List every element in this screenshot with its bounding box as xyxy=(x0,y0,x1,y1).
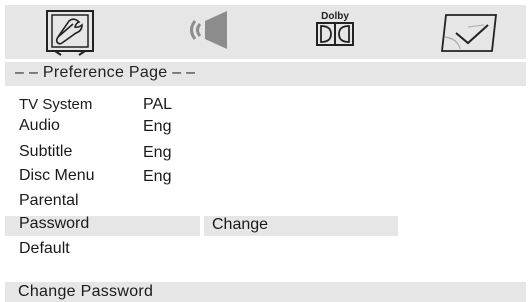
menu-item-tv-system[interactable]: TV System PAL xyxy=(5,94,526,117)
menu-item-value: PAL xyxy=(143,96,173,113)
status-text: Change Password xyxy=(18,283,154,300)
menu-item-parental[interactable]: Parental xyxy=(5,191,526,214)
status-bar: Change Password xyxy=(5,282,526,302)
menu-item-value: Eng xyxy=(143,118,172,135)
menu-item-subtitle[interactable]: Subtitle Eng xyxy=(5,142,526,165)
menu-item-password[interactable]: Password xyxy=(5,214,526,237)
menu-item-label: Subtitle xyxy=(19,143,73,160)
menu-item-label: Password xyxy=(19,215,90,232)
setup-tab-bar: Dolby xyxy=(5,5,526,59)
menu-item-default[interactable]: Default xyxy=(5,239,526,262)
menu-item-label: Audio xyxy=(19,117,60,134)
dolby-label: Dolby xyxy=(321,11,349,22)
menu-item-label: Default xyxy=(19,240,70,257)
menu-item-value: Eng xyxy=(143,144,172,161)
menu-item-disc-menu[interactable]: Disc Menu Eng xyxy=(5,166,526,189)
page-title-bar: – – Preference Page – – xyxy=(5,62,526,86)
menu-item-label: Disc Menu xyxy=(19,167,95,184)
menu-item-audio[interactable]: Audio Eng xyxy=(5,116,526,139)
menu-item-label: TV System xyxy=(19,96,93,113)
menu-item-label: Parental xyxy=(19,192,79,209)
setup-screen: Dolby – – Preference Page – – Change TV … xyxy=(0,0,531,302)
general-setup-icon[interactable] xyxy=(41,7,101,57)
speaker-icon[interactable] xyxy=(175,7,245,57)
preference-check-icon[interactable] xyxy=(438,7,500,57)
dolby-icon[interactable]: Dolby xyxy=(310,7,360,57)
page-title: – – Preference Page – – xyxy=(15,64,196,81)
menu-item-value: Eng xyxy=(143,168,172,185)
